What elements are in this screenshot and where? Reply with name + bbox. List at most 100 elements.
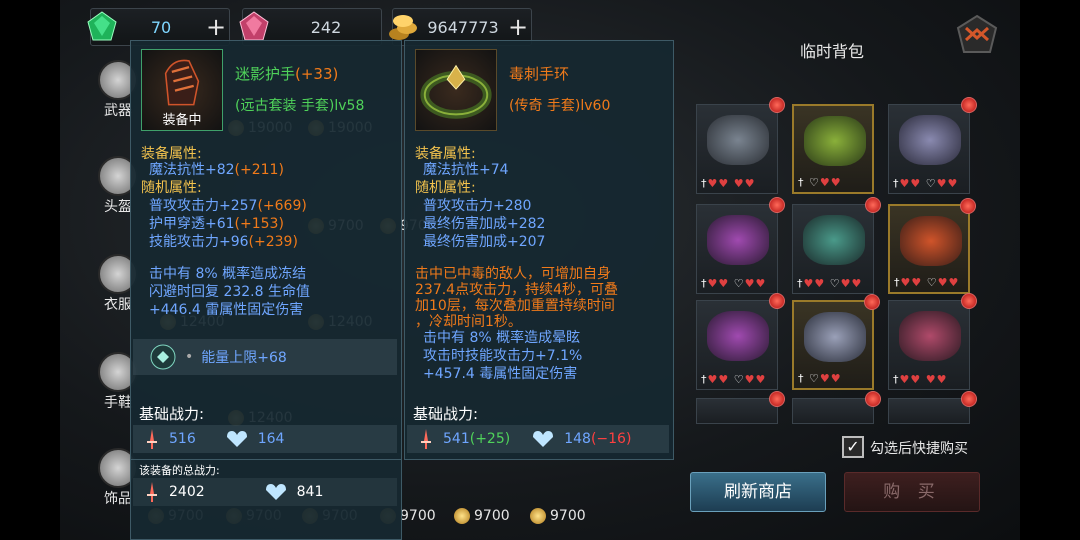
bracelet-icon: [803, 215, 865, 265]
energy-text: 能量上限+68: [201, 350, 287, 366]
quick-buy-checkbox[interactable]: ✓: [842, 436, 864, 458]
attack-value: 516: [169, 431, 196, 447]
power-title: 基础战力:: [139, 405, 205, 423]
gauntlet-icon: [164, 59, 200, 106]
emerald-gem-icon: [87, 11, 117, 41]
base-power-row: 541 (+25) 148 (−16): [407, 425, 669, 453]
random-attr: 普攻攻击力+257(+669): [149, 198, 307, 214]
compare-item-tooltip: 毒刺手环 (传奇 手套)lv60 装备属性: 魔法抗性+74 随机属性: 普攻攻…: [404, 40, 674, 460]
gauntlet-icon: [707, 115, 769, 165]
refresh-shop-button[interactable]: 刷新商店: [690, 472, 826, 512]
energy-row: • 能量上限+68: [133, 339, 397, 375]
item-stat-icons: †♥♥ ♡♥♥: [797, 277, 863, 290]
effect-line: 击中有 8% 概率造成晕眩: [423, 330, 581, 346]
item-stat-icons: †♥♥ ♥♥: [893, 373, 948, 386]
item-stat-icons: †♥♥ ♡♥♥: [701, 373, 767, 386]
attack-sword-icon: [147, 482, 157, 502]
equip-attr: 魔法抗性+82(+211): [149, 162, 284, 178]
shop-item[interactable]: † ♡♥♥: [792, 104, 874, 194]
shop-item[interactable]: † ♡♥♥: [792, 294, 880, 390]
total-attack-value: 2402: [169, 484, 205, 500]
random-attr: 技能攻击力+96(+239): [149, 234, 298, 250]
gold-coin-icon: [454, 508, 470, 524]
shop-item[interactable]: [696, 391, 785, 424]
shop-item[interactable]: [888, 391, 977, 424]
add-emerald-button[interactable]: +: [203, 13, 229, 41]
defense-heart-icon: [265, 484, 286, 500]
gauntlet-icon: [900, 216, 962, 266]
shop-item[interactable]: [792, 391, 881, 424]
new-badge-icon: [961, 97, 977, 113]
gold-count: 9647773: [427, 17, 499, 37]
shop-item[interactable]: †♥♥ ♡♥♥: [696, 197, 785, 294]
add-gold-button[interactable]: +: [505, 13, 531, 41]
shop-item[interactable]: †♥♥ ♥♥: [696, 97, 785, 194]
gauntlet-icon: [707, 311, 769, 361]
shop-item[interactable]: †♥♥ ♡♥♥: [792, 197, 881, 294]
new-badge-icon: [961, 293, 977, 309]
buy-button[interactable]: 购 买: [844, 472, 980, 512]
random-attr: 普攻攻击力+280: [423, 198, 532, 214]
gold-coins-icon: [389, 15, 417, 40]
random-attr: 最终伤害加成+282: [423, 216, 546, 232]
pink-gem-icon: [239, 11, 269, 41]
new-badge-icon: [769, 293, 785, 309]
effect-line: 击中有 8% 概率造成冻结: [149, 266, 307, 282]
random-attr-title: 随机属性:: [141, 180, 202, 196]
attack-sword-icon: [147, 429, 157, 449]
emerald-count: 70: [150, 17, 172, 37]
effect-line: 闪避时回复 232.8 生命值: [149, 284, 310, 300]
equip-attr: 魔法抗性+74: [423, 162, 509, 178]
gauntlet-icon: [899, 115, 961, 165]
close-emblem-icon[interactable]: [956, 14, 998, 54]
equipped-item-tooltip: 装备中 迷影护手(+33) (远古套装 手套)lv58 装备属性: 魔法抗性+8…: [130, 40, 402, 460]
shop-item[interactable]: †♥♥ ♥♥: [888, 293, 977, 390]
defense-delta: (−16): [590, 431, 632, 447]
new-badge-icon: [769, 391, 785, 407]
new-badge-icon: [865, 197, 881, 213]
new-badge-icon: [864, 294, 880, 310]
item-name: 毒刺手环: [509, 65, 570, 83]
power-title: 基础战力:: [413, 405, 479, 423]
item-stat-icons: †♥♥ ♡♥♥: [894, 276, 960, 289]
new-badge-icon: [769, 97, 785, 113]
new-badge-icon: [960, 198, 976, 214]
item-stat-icons: †♥♥ ♡♥♥: [893, 177, 959, 190]
effect-line: +457.4 毒属性固定伤害: [423, 366, 578, 382]
defense-value: 164: [257, 431, 285, 447]
base-power-row: 516 164: [133, 425, 397, 453]
shop-item[interactable]: †♥♥ ♡♥♥: [696, 293, 785, 390]
attack-value: 541: [443, 431, 470, 447]
item-stat-icons: †♥♥ ♥♥: [701, 177, 756, 190]
equipped-badge: 装备中: [162, 113, 202, 128]
compare-item-slot: [415, 49, 497, 131]
item-stat-icons: † ♡♥♥: [798, 372, 842, 385]
shop-item[interactable]: †♥♥ ♡♥♥: [888, 198, 976, 294]
item-subtitle: (传奇 手套)lv60: [509, 98, 611, 114]
bg-price: 9700: [530, 508, 586, 524]
gauntlet-icon: [707, 215, 769, 265]
total-power-title: 该装备的总战力:: [139, 464, 220, 477]
total-defense-value: 841: [296, 484, 324, 500]
total-power-section: 该装备的总战力: 2402 841: [130, 460, 402, 540]
quick-buy-label: 勾选后快捷购买: [870, 441, 968, 457]
claw-gauntlet-icon: [804, 312, 866, 362]
attack-delta: (+25): [469, 431, 511, 447]
energy-rune-icon: [150, 344, 176, 370]
bg-price: 9700: [454, 508, 510, 524]
defense-value: 148: [564, 431, 591, 447]
total-power-row: 2402 841: [133, 478, 397, 506]
shop-item[interactable]: †♥♥ ♡♥♥: [888, 97, 977, 194]
item-stat-icons: † ♡♥♥: [798, 176, 842, 189]
new-badge-icon: [769, 197, 785, 213]
bracelet-icon: [804, 116, 866, 166]
item-subtitle: (远古套装 手套)lv58: [235, 98, 365, 114]
defense-heart-icon: [226, 431, 247, 447]
game-screen: 70 + 242 9647773 + 武器 头盔 衣服 手鞋 饰品 19000 …: [60, 0, 1020, 540]
equipped-item-slot: 装备中: [141, 49, 223, 131]
item-name: 迷影护手(+33): [235, 65, 339, 83]
attack-sword-icon: [421, 429, 431, 449]
pink-gem-count: 242: [310, 17, 342, 37]
new-badge-icon: [865, 391, 881, 407]
random-attr: 最终伤害加成+207: [423, 234, 546, 250]
